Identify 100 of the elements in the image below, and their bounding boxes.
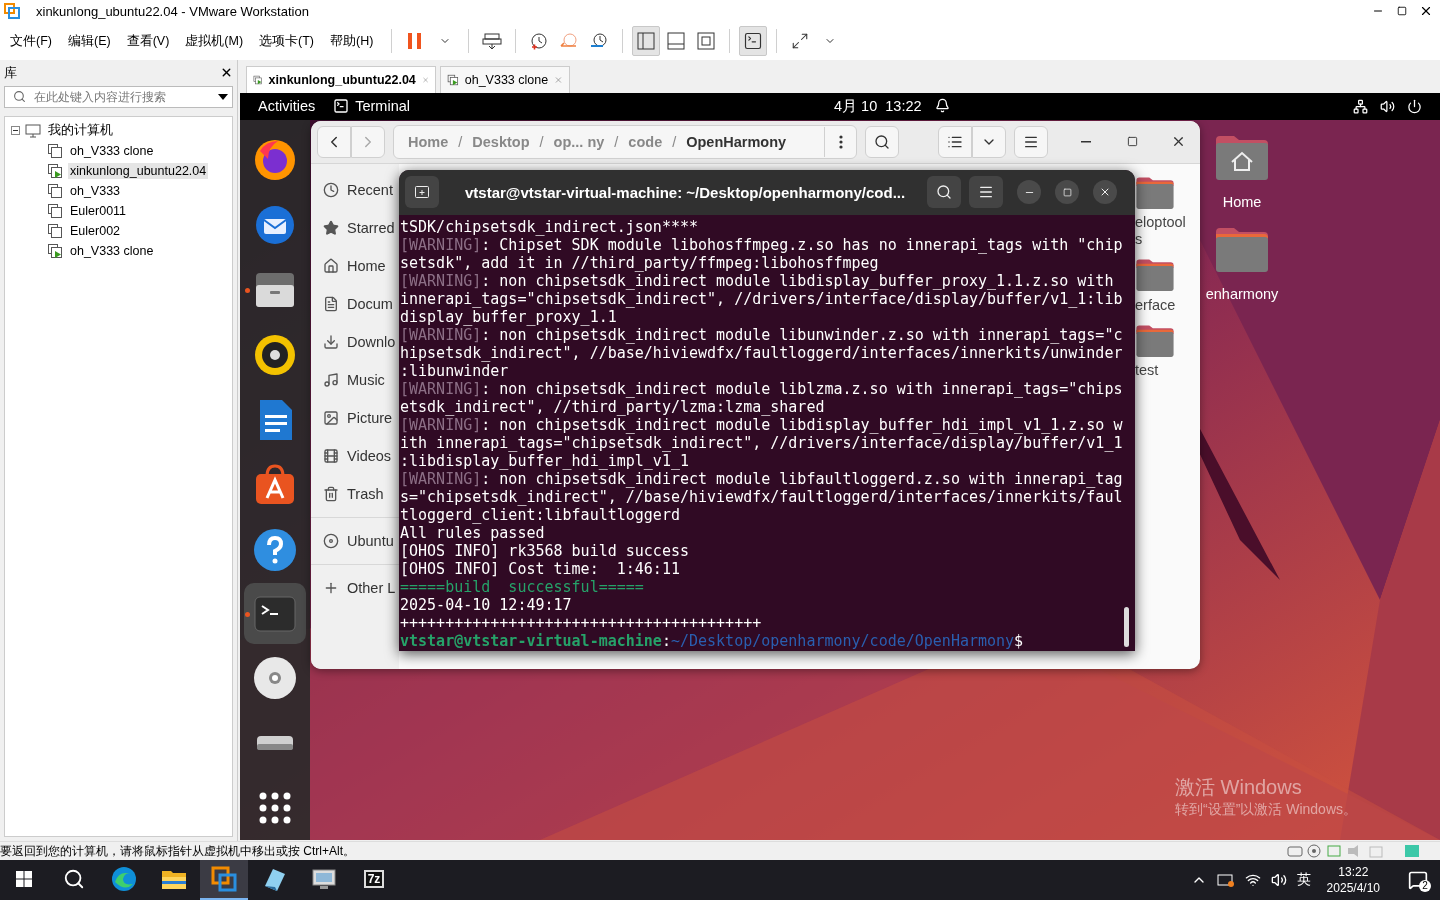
maximize-icon	[1126, 136, 1138, 148]
notifications-button[interactable]: 2	[1396, 860, 1440, 900]
network-icon[interactable]	[1353, 98, 1368, 114]
search-button[interactable]	[865, 125, 899, 158]
activities-button[interactable]: Activities	[240, 98, 316, 115]
input-method[interactable]: 英	[1296, 871, 1311, 889]
menu-button[interactable]	[1014, 125, 1048, 158]
folder-label[interactable]: test	[1135, 362, 1191, 380]
menu-item[interactable]: 虚拟机(M)	[179, 28, 250, 55]
tree-item[interactable]: Euler002	[68, 222, 123, 239]
path-segment[interactable]: OpenHarmony	[686, 133, 787, 150]
clock-icon	[529, 31, 550, 52]
desktop-icon-label[interactable]: enharmony	[1205, 286, 1279, 303]
path-separator: /	[539, 133, 544, 150]
film-icon	[323, 447, 339, 464]
clock[interactable]: 4月 10 13:22	[834, 96, 922, 116]
folder-icon	[1214, 225, 1270, 275]
tree-item[interactable]: Euler0011	[68, 202, 129, 219]
terminal-line: etsdk_indirect", //third_party/lzma:lzma_shared	[400, 397, 825, 416]
layout-icon	[636, 31, 657, 52]
tree-item[interactable]: oh_V333 clone	[68, 242, 156, 259]
terminal-line: innerapi_tags="chipsetsdk_indirect", //drivers/interface/display/buffer/v1_1:lib	[400, 289, 1123, 308]
terminal-prompt: vtstar@vtstar-virtual-machine:~/Desktop/openharmony/code/OpenHarmony$	[400, 631, 1024, 650]
menu-item[interactable]: 编辑(E)	[61, 28, 117, 55]
clock[interactable]: 13:22 2025/4/10	[1326, 864, 1380, 896]
maximize-icon	[1062, 187, 1072, 197]
collapse-icon[interactable]	[11, 126, 20, 136]
sidebar-item[interactable]: Videos	[311, 436, 392, 475]
sidebar-item[interactable]: Starred	[311, 208, 395, 247]
sidebar-item[interactable]: Trash	[311, 474, 384, 513]
terminal-line: display_buffer_proxy_1.1	[400, 307, 617, 326]
network-icon[interactable]	[1244, 872, 1261, 888]
dropdown-icon[interactable]	[218, 93, 228, 100]
new-tab-button[interactable]	[405, 176, 439, 209]
terminal-icon	[743, 31, 764, 52]
sidebar-item[interactable]: Downlo	[311, 322, 396, 361]
volume-icon[interactable]	[1380, 98, 1395, 114]
terminal-line: [WARNING]: non chipsetsdk_indirect module libdisplay_buffer_proxy_1.1.z.so with	[400, 271, 1114, 290]
status-message: 要返回到您的计算机，请将鼠标指针从虚拟机中移出或按 Ctrl+Alt。	[0, 842, 356, 860]
terminal-line: [WARNING]: Chipset SDK module libohosffmpeg.z.so has no innerapi_tags with "chip	[400, 235, 1123, 254]
sidebar-item[interactable]: Home	[311, 246, 386, 285]
terminal-icon	[333, 98, 350, 115]
window-title: xinkunlong_ubuntu22.04 - VMware Workstation	[36, 4, 310, 19]
new-tab-icon	[414, 184, 430, 201]
sidebar-item[interactable]: Picture	[311, 398, 393, 437]
terminal-line: [OHOS INFO] Cost time: 1:46:11	[400, 559, 680, 578]
pause-icon	[407, 32, 424, 51]
drive-icon	[257, 735, 293, 750]
browser-icon	[111, 866, 137, 892]
search-icon	[874, 133, 890, 150]
grid-icon	[259, 791, 291, 824]
monitor-icon	[311, 866, 337, 892]
clock-icon	[323, 181, 339, 198]
view-button[interactable]	[632, 26, 661, 57]
activation-title: 激活 Windows	[1175, 774, 1303, 800]
menu-item[interactable]: 选项卡(T)	[253, 28, 321, 55]
expand-icon	[791, 32, 810, 51]
list-view-button[interactable]	[938, 125, 972, 158]
sidebar-item[interactable]: Other L	[311, 568, 396, 607]
menu-button[interactable]	[969, 176, 1003, 209]
search-button[interactable]	[927, 176, 961, 209]
sidebar-item[interactable]: Recent	[311, 170, 393, 209]
layout-icon	[696, 31, 717, 52]
path-separator: /	[614, 133, 619, 150]
tree-item[interactable]: oh_V333 clone	[68, 142, 156, 159]
app-name[interactable]: Terminal	[355, 98, 410, 115]
tree-item[interactable]: 我的计算机	[46, 121, 115, 141]
folder-icon	[161, 868, 187, 890]
maximize-button[interactable]	[1055, 180, 1079, 205]
tree-item[interactable]: xinkunlong_ubuntu22.04	[68, 162, 209, 179]
help-icon	[252, 526, 298, 573]
menu-item[interactable]: 查看(V)	[120, 28, 176, 55]
tree-item[interactable]: oh_V333	[68, 182, 123, 199]
folder-label[interactable]: eloptools	[1135, 214, 1191, 249]
volume-icon[interactable]	[1270, 872, 1287, 888]
search-icon	[63, 868, 85, 890]
layout-icon	[666, 31, 687, 52]
taskbar-app[interactable]: 7z	[350, 860, 398, 900]
vm-tab[interactable]: xinkunlong_ubuntu22.04	[246, 65, 436, 93]
keyboard-icon	[482, 32, 503, 51]
message-icon	[1404, 844, 1420, 858]
home-folder-icon[interactable]	[1214, 133, 1270, 182]
console-button[interactable]	[739, 26, 768, 57]
bell-icon[interactable]	[935, 97, 950, 113]
power-icon[interactable]	[1407, 98, 1422, 114]
home-icon	[323, 257, 339, 274]
folder-label[interactable]: erface	[1135, 296, 1191, 314]
scrollbar-thumb[interactable]	[1124, 606, 1129, 647]
folder-icon	[1135, 323, 1175, 359]
archive-icon: 7z	[363, 870, 385, 888]
sidebar-item[interactable]: Ubuntu	[311, 521, 394, 560]
menu-item[interactable]: 文件(F)	[4, 28, 58, 55]
menu-item[interactable]: 帮助(H)	[324, 28, 380, 55]
vm-tab[interactable]: oh_V333 clone	[440, 65, 570, 93]
terminal-line: tloggerd_client:libfaultloggerd	[400, 505, 680, 524]
sidebar-item[interactable]: Music	[311, 360, 385, 399]
disc-icon	[323, 532, 339, 549]
desktop-icon-label[interactable]: Home	[1222, 193, 1262, 210]
search-field[interactable]: 在此处键入内容进行搜索	[4, 85, 233, 108]
sidebar-item[interactable]: Docum	[311, 284, 393, 323]
